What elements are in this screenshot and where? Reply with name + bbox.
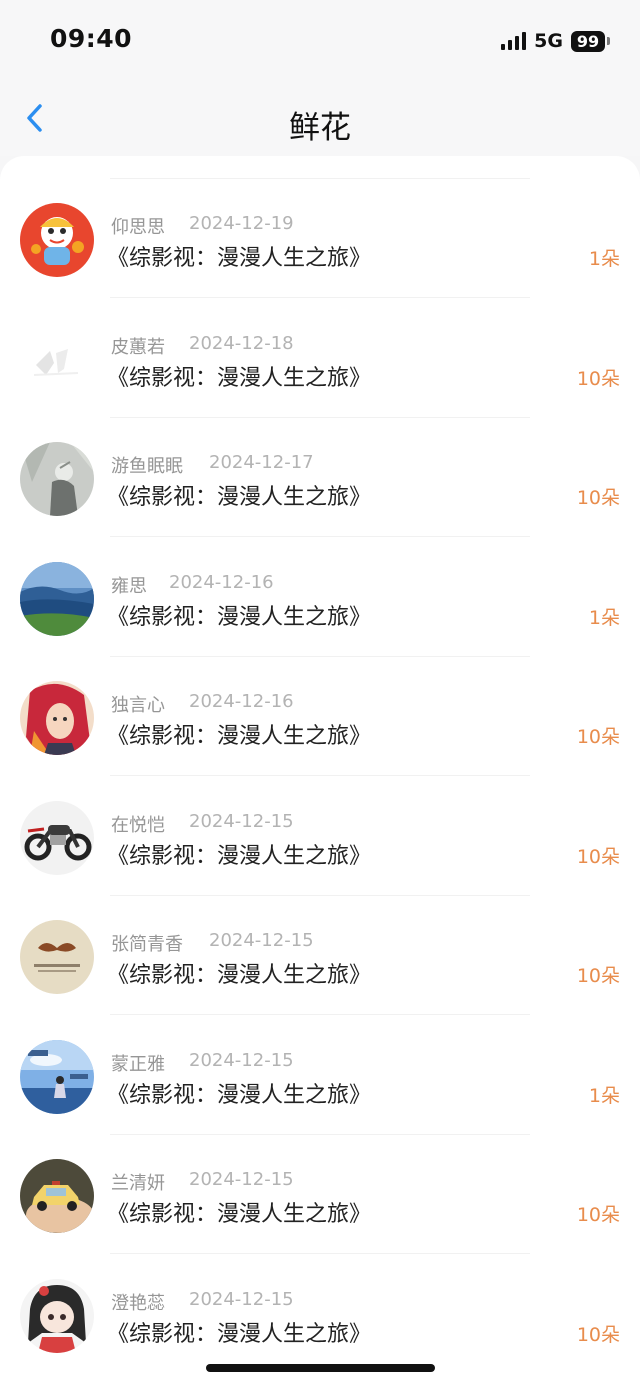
list-item[interactable]: 游鱼眠眠 2024-12-17 《综影视：漫漫人生之旅》 10朵 [0, 395, 640, 537]
book-title: 《综影视：漫漫人生之旅》 [107, 246, 372, 271]
signal-icon [501, 32, 527, 50]
status-time: 09:40 [50, 24, 133, 53]
battery-tip [607, 37, 610, 45]
date: 2024-12-16 [189, 691, 294, 712]
date: 2024-12-17 [209, 452, 314, 473]
screen: 09:40 5G 99 鲜花 仰思思 2024-12-19 《综影视：漫漫人生之… [0, 0, 640, 1387]
username: 蒙正雅 [111, 1053, 165, 1075]
mustache-avatar[interactable] [20, 920, 94, 994]
username: 在悦恺 [111, 814, 165, 836]
lion-dance-avatar[interactable] [20, 203, 94, 277]
anime-girl-avatar[interactable] [20, 1278, 94, 1353]
date: 2024-12-18 [189, 332, 294, 354]
flower-count: 1朵 [588, 248, 620, 270]
flower-count: 10朵 [576, 1204, 620, 1226]
motorcycle-avatar[interactable] [20, 800, 94, 875]
flower-list: 仰思思 2024-12-19 《综影视：漫漫人生之旅》 1朵 皮蕙若 2024-… [0, 156, 640, 1387]
flower-count: 1朵 [588, 1084, 620, 1107]
list-item[interactable]: 仰思思 2024-12-19 《综影视：漫漫人生之旅》 1朵 [0, 156, 640, 298]
date: 2024-12-15 [189, 1049, 294, 1071]
date: 2024-12-15 [189, 1169, 294, 1190]
username: 澄艳蕊 [111, 1292, 165, 1314]
status-bar: 09:40 5G 99 [0, 0, 640, 80]
date: 2024-12-16 [169, 571, 274, 593]
battery-level: 99 [571, 30, 605, 52]
network-label: 5G [534, 30, 563, 52]
list-item[interactable]: 张简青香 2024-12-15 《综影视：漫漫人生之旅》 10朵 [0, 873, 640, 1015]
book-title: 《综影视：漫漫人生之旅》 [107, 485, 372, 510]
list-item[interactable]: 在悦恺 2024-12-15 《综影视：漫漫人生之旅》 10朵 [0, 754, 640, 896]
home-indicator[interactable] [206, 1364, 435, 1372]
username: 游鱼眠眠 [111, 456, 183, 477]
date: 2024-12-15 [209, 930, 314, 951]
anime-red-hair-avatar[interactable] [20, 681, 94, 755]
faded-sketch-avatar[interactable] [20, 322, 94, 397]
toy-car-avatar[interactable] [20, 1159, 94, 1233]
flower-count: 10朵 [576, 487, 620, 509]
book-title: 《综影视：漫漫人生之旅》 [107, 1202, 372, 1227]
flower-count: 10朵 [576, 726, 620, 748]
book-title: 《综影视：漫漫人生之旅》 [107, 365, 372, 391]
book-title: 《综影视：漫漫人生之旅》 [107, 843, 372, 869]
date: 2024-12-19 [189, 213, 294, 234]
book-title: 《综影视：漫漫人生之旅》 [107, 724, 372, 749]
battery-icon: 99 [571, 30, 610, 52]
book-title: 《综影视：漫漫人生之旅》 [107, 604, 372, 630]
book-title: 《综影视：漫漫人生之旅》 [107, 1082, 372, 1108]
list-item[interactable]: 雍思 2024-12-16 《综影视：漫漫人生之旅》 1朵 [0, 515, 640, 657]
flower-count: 10朵 [576, 367, 620, 390]
nav-bar: 鲜花 [0, 80, 640, 156]
book-title: 《综影视：漫漫人生之旅》 [107, 1321, 372, 1347]
list-item[interactable]: 兰清妍 2024-12-15 《综影视：漫漫人生之旅》 10朵 [0, 1112, 640, 1254]
date: 2024-12-15 [189, 1288, 294, 1310]
flower-count: 10朵 [576, 1323, 620, 1346]
flower-count: 10朵 [576, 845, 620, 868]
sky-girl-avatar[interactable] [20, 1039, 94, 1114]
list-item[interactable]: 皮蕙若 2024-12-18 《综影视：漫漫人生之旅》 10朵 [0, 276, 640, 418]
flower-count: 1朵 [588, 606, 620, 629]
username: 兰清妍 [111, 1173, 165, 1194]
list-item[interactable]: 独言心 2024-12-16 《综影视：漫漫人生之旅》 10朵 [0, 634, 640, 776]
flower-count: 10朵 [576, 965, 620, 987]
landscape-avatar[interactable] [20, 561, 94, 636]
username: 仰思思 [111, 217, 165, 238]
username: 独言心 [111, 695, 165, 716]
username: 张简青香 [111, 934, 183, 955]
username: 雍思 [111, 575, 147, 597]
gray-figure-avatar[interactable] [20, 442, 94, 516]
list-item[interactable]: 蒙正雅 2024-12-15 《综影视：漫漫人生之旅》 1朵 [0, 993, 640, 1135]
list-item[interactable]: 澄艳蕊 2024-12-15 《综影视：漫漫人生之旅》 10朵 [0, 1232, 640, 1353]
username: 皮蕙若 [111, 336, 165, 358]
book-title: 《综影视：漫漫人生之旅》 [107, 963, 372, 988]
status-icons: 5G 99 [501, 30, 610, 52]
date: 2024-12-15 [189, 810, 294, 832]
page-title: 鲜花 [289, 110, 351, 146]
